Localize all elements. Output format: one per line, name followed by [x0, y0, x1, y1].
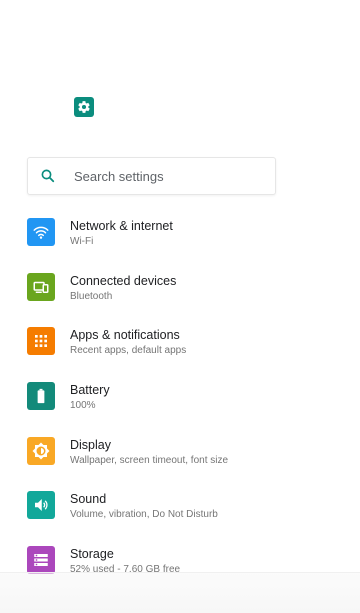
- settings-item-title: Network & internet: [70, 219, 173, 233]
- settings-list: Network & internet Wi-Fi Connected devic…: [0, 205, 300, 588]
- settings-item-title: Connected devices: [70, 273, 177, 288]
- search-bar[interactable]: [27, 157, 276, 195]
- settings-item-subtitle: Wi-Fi: [70, 236, 94, 247]
- settings-item-network[interactable]: Network & internet Wi-Fi: [0, 205, 300, 260]
- settings-item-apps[interactable]: Apps & notifications Recent apps, defaul…: [0, 314, 300, 369]
- settings-item-subtitle: 100%: [70, 400, 96, 412]
- settings-item-battery[interactable]: Battery 100%: [0, 369, 300, 424]
- settings-item-title: Storage: [70, 547, 114, 562]
- apps-grid-icon: [27, 327, 55, 356]
- settings-item-title: Display: [70, 437, 111, 452]
- brightness-icon: [27, 436, 55, 465]
- volume-icon: [27, 491, 55, 520]
- settings-item-title: Apps & notifications: [70, 328, 180, 343]
- settings-gear-icon: [74, 97, 94, 117]
- settings-item-display[interactable]: Display Wallpaper, screen timeout, font …: [0, 424, 300, 479]
- settings-item-subtitle: Wallpaper, screen timeout, font size: [70, 454, 229, 466]
- wifi-icon: [27, 218, 55, 246]
- search-icon: [41, 169, 55, 183]
- settings-item-title: Sound: [70, 492, 107, 507]
- settings-item-connected-devices[interactable]: Connected devices Bluetooth: [0, 260, 300, 315]
- settings-item-sound[interactable]: Sound Volume, vibration, Do Not Disturb: [0, 478, 300, 533]
- storage-icon: [27, 546, 55, 575]
- settings-item-subtitle: Bluetooth: [70, 290, 113, 302]
- search-input[interactable]: [74, 166, 264, 186]
- settings-item-title: Battery: [70, 383, 110, 398]
- bottom-scroll-fade: [0, 572, 360, 613]
- settings-item-subtitle: Volume, vibration, Do Not Disturb: [70, 509, 218, 521]
- devices-icon: [27, 272, 55, 301]
- settings-item-subtitle: Recent apps, default apps: [70, 345, 187, 357]
- battery-icon: [27, 382, 55, 411]
